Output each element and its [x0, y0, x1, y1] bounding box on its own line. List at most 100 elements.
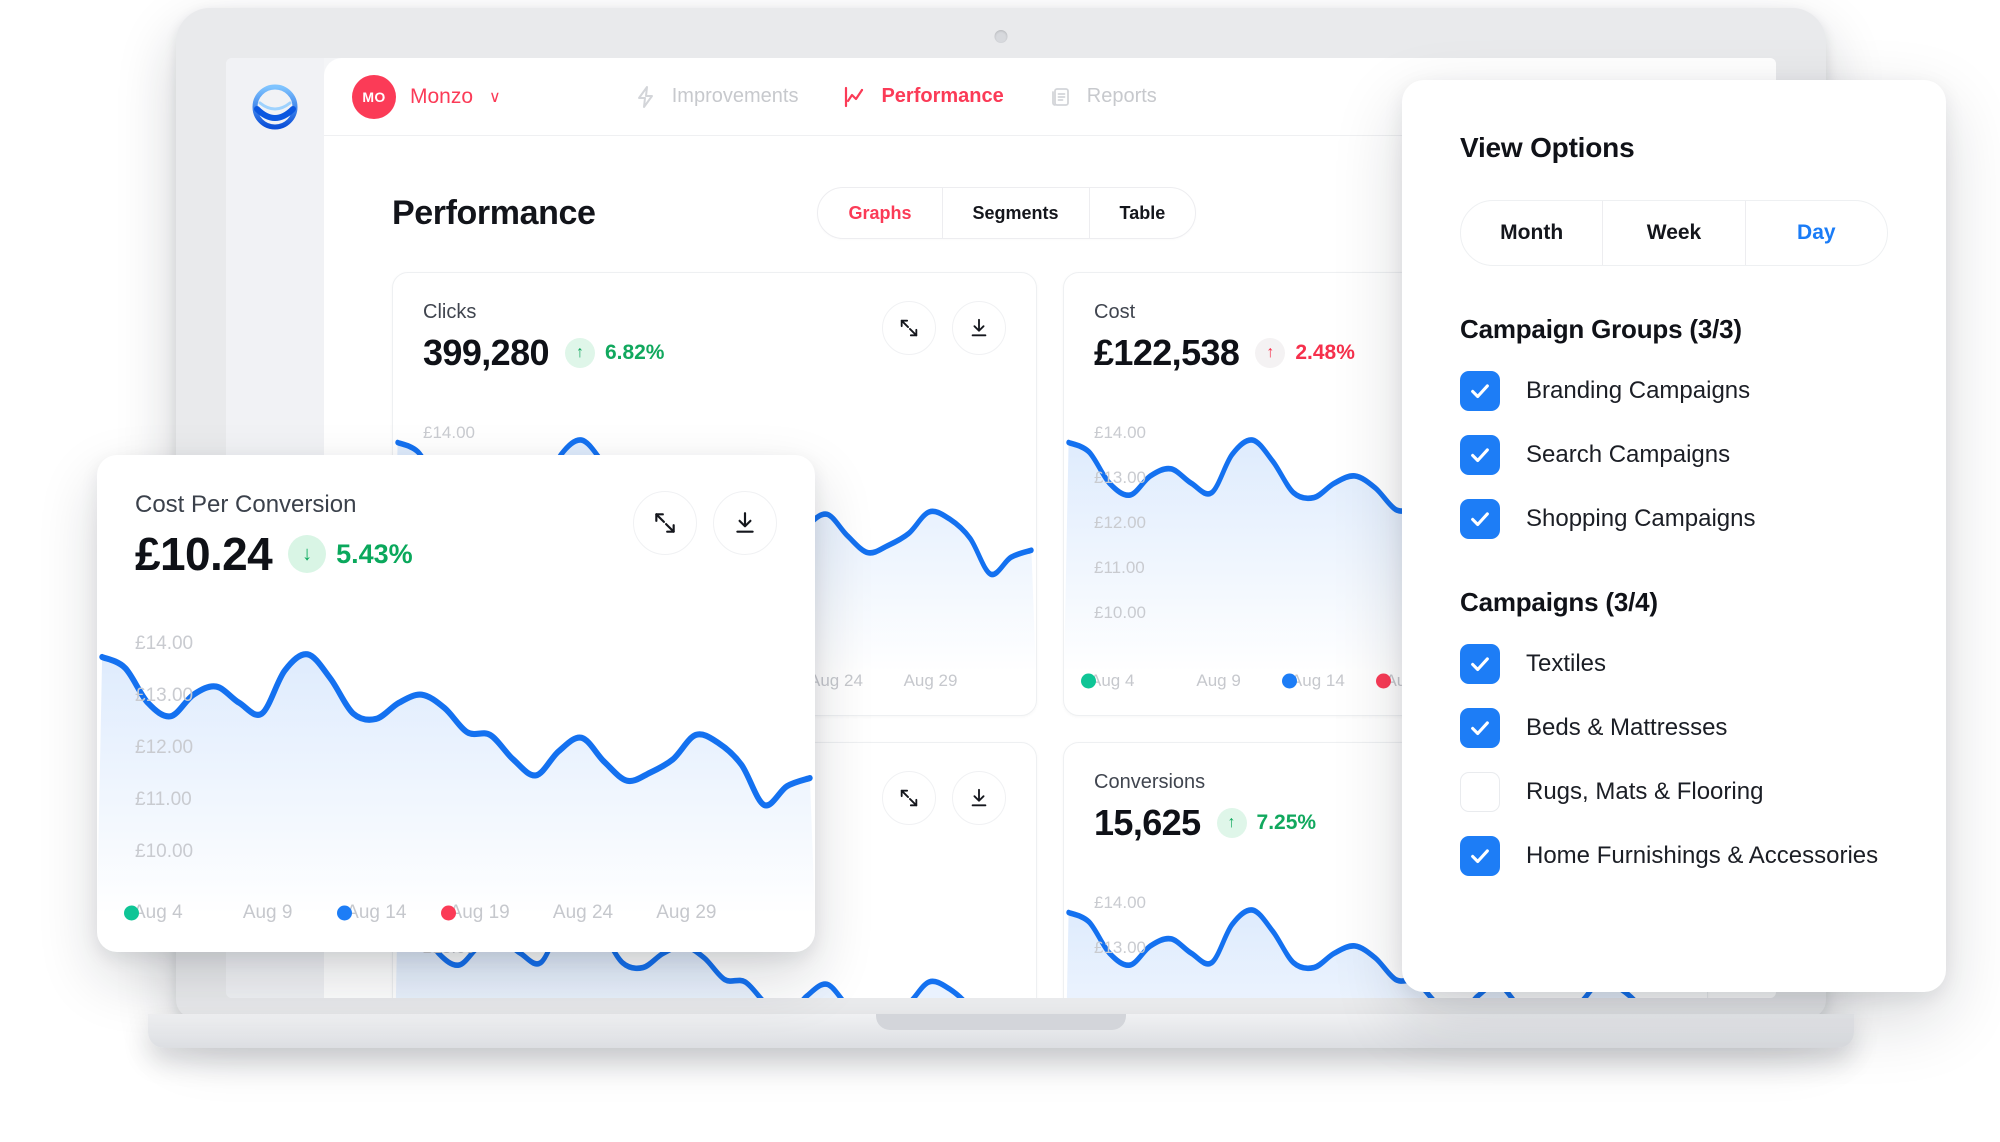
legend-dot-blue: [1281, 673, 1297, 689]
x-tick: Aug 4: [133, 902, 183, 923]
main-nav: Improvements Performance Reports: [633, 84, 1157, 110]
card-value: 15,625: [1094, 802, 1201, 843]
page-title: Performance: [392, 193, 596, 232]
delta-percent: 7.25%: [1256, 811, 1317, 834]
delta-percent: 2.48%: [1295, 341, 1355, 364]
account-name: Monzo: [410, 84, 474, 108]
screenshot-stage: MO Monzo ∨ Improvements Performance Repo…: [0, 0, 2000, 1142]
checkbox-label: Textiles: [1526, 650, 1607, 677]
card-label: Cost Per Conversion: [135, 491, 357, 518]
nav-item-performance[interactable]: Performance: [842, 84, 1004, 110]
checkbox-checked-icon[interactable]: [1460, 836, 1500, 876]
download-button[interactable]: [952, 771, 1006, 825]
view-mode-tabs: Graphs Segments Table: [817, 187, 1197, 239]
x-axis: Aug 4 Aug 9 Aug 14 Aug 19 Aug 24 Aug 29: [97, 902, 815, 924]
line-chart: [97, 651, 815, 915]
delta-indicator: ↑ 6.82%: [564, 338, 664, 368]
x-tick: Aug 14: [346, 902, 407, 923]
checkbox-checked-icon[interactable]: [1460, 435, 1500, 475]
floating-card-cost-per-conversion: Cost Per Conversion £10.24 ↓ 5.43% £14.0…: [97, 455, 815, 952]
card-value: £10.24: [135, 528, 273, 580]
checkbox-row-rugs-mats-flooring[interactable]: Rugs, Mats & Flooring: [1460, 772, 1888, 812]
tab-table[interactable]: Table: [1090, 188, 1196, 238]
checkbox-row-home-furnishings-accessories[interactable]: Home Furnishings & Accessories: [1460, 836, 1888, 876]
chart-area: £14.00 £13.00 £12.00 £11.00 £10.00 Aug 4…: [97, 625, 815, 952]
tab-segments[interactable]: Segments: [943, 188, 1090, 238]
lightning-bolt-icon: [633, 84, 659, 110]
expand-arrows-icon: [900, 789, 918, 807]
x-tick: Aug 9: [242, 902, 293, 923]
checkbox-unchecked-icon[interactable]: [1460, 772, 1500, 812]
y-tick: £13.00: [135, 685, 194, 706]
delta-indicator: ↑ 7.25%: [1216, 808, 1317, 838]
legend-dot-blue: [337, 905, 353, 921]
view-options-title: View Options: [1460, 132, 1635, 163]
expand-arrows-icon: [900, 319, 918, 337]
card-label: Clicks: [423, 301, 477, 323]
y-tick: £14.00: [1094, 423, 1146, 442]
checkbox-checked-icon[interactable]: [1460, 644, 1500, 684]
x-tick: Aug 19: [449, 902, 510, 923]
download-button[interactable]: [952, 301, 1006, 355]
granularity-tabs: Month Week Day: [1460, 200, 1888, 266]
campaigns-list: Textiles Beds & Mattresses Rugs, Mats & …: [1460, 644, 1888, 876]
legend-dot-red: [440, 905, 456, 921]
checkbox-label: Branding Campaigns: [1526, 377, 1751, 404]
y-tick: £14.00: [1094, 893, 1146, 912]
card-value: £122,538: [1094, 332, 1240, 373]
arrow-up-icon: ↑: [1255, 338, 1286, 368]
checkbox-label: Rugs, Mats & Flooring: [1526, 778, 1764, 805]
nav-label-reports: Reports: [1086, 85, 1157, 107]
card-label: Conversions: [1094, 771, 1206, 793]
x-tick: Aug 29: [656, 902, 717, 923]
account-initials-badge: MO: [352, 74, 396, 119]
nav-label-performance: Performance: [881, 85, 1004, 107]
nav-label-improvements: Improvements: [671, 85, 799, 107]
nav-item-reports[interactable]: Reports: [1048, 84, 1157, 110]
checkbox-label: Beds & Mattresses: [1526, 714, 1728, 741]
tab-month[interactable]: Month: [1461, 201, 1604, 265]
delta-indicator: ↑ 2.48%: [1255, 338, 1355, 368]
checkbox-row-branding-campaigns[interactable]: Branding Campaigns: [1460, 371, 1888, 411]
account-switcher[interactable]: MO Monzo ∨: [352, 74, 501, 119]
y-tick: £10.00: [135, 841, 194, 862]
chevron-down-icon[interactable]: ∨: [489, 87, 501, 107]
circle-logo-icon[interactable]: [251, 83, 299, 131]
checkbox-row-search-campaigns[interactable]: Search Campaigns: [1460, 435, 1888, 475]
arrow-up-icon: ↑: [1216, 808, 1247, 838]
tab-graphs[interactable]: Graphs: [818, 188, 943, 238]
checkbox-checked-icon[interactable]: [1460, 499, 1500, 539]
checkbox-label: Home Furnishings & Accessories: [1526, 842, 1879, 869]
checkbox-checked-icon[interactable]: [1460, 371, 1500, 411]
legend-dot-red: [1376, 673, 1392, 689]
arrow-down-icon: ↓: [288, 535, 327, 573]
y-tick: £11.00: [135, 789, 192, 810]
expand-button[interactable]: [633, 491, 697, 555]
x-tick: Aug 24: [552, 902, 614, 923]
card-label: Cost: [1094, 301, 1136, 323]
legend-dot-teal: [124, 905, 139, 921]
y-tick: £12.00: [1094, 513, 1146, 532]
tab-day[interactable]: Day: [1746, 201, 1887, 265]
legend-dot-teal: [1081, 673, 1096, 689]
laptop-notch: [876, 1014, 1126, 1030]
download-icon: [971, 788, 987, 807]
checkbox-row-shopping-campaigns[interactable]: Shopping Campaigns: [1460, 499, 1888, 539]
campaigns-title: Campaigns (3/4): [1460, 587, 1658, 617]
nav-item-improvements[interactable]: Improvements: [633, 84, 799, 110]
y-tick: £12.00: [135, 737, 194, 758]
x-tick: Aug 9: [1196, 671, 1241, 690]
arrow-up-icon: ↑: [564, 338, 595, 368]
checkbox-row-beds-mattresses[interactable]: Beds & Mattresses: [1460, 708, 1888, 748]
tab-week[interactable]: Week: [1603, 201, 1746, 265]
x-tick: Aug 14: [1290, 671, 1345, 690]
download-button[interactable]: [713, 491, 777, 555]
expand-button[interactable]: [882, 301, 936, 355]
download-icon: [971, 318, 987, 337]
download-icon: [736, 512, 754, 533]
y-tick: £11.00: [1094, 558, 1145, 577]
expand-button[interactable]: [882, 771, 936, 825]
expand-arrows-icon: [655, 513, 675, 533]
checkbox-row-textiles[interactable]: Textiles: [1460, 644, 1888, 684]
checkbox-checked-icon[interactable]: [1460, 708, 1500, 748]
